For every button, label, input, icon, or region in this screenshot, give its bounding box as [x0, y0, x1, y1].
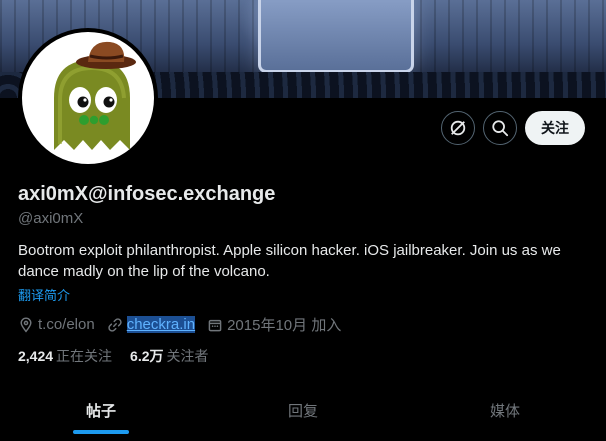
followers-link[interactable]: 6.2万 关注者	[130, 346, 208, 366]
avatar-image	[22, 32, 154, 164]
follow-counts: 2,424 正在关注 6.2万 关注者	[18, 346, 227, 366]
tab-replies-label: 回复	[287, 402, 318, 420]
banner-screen-graphic	[258, 0, 414, 73]
block-button[interactable]	[441, 111, 475, 145]
website-item: checkra.in	[107, 316, 196, 333]
calendar-icon	[208, 319, 222, 331]
tab-replies[interactable]: 回复	[202, 384, 404, 436]
ghost-avatar-icon	[54, 41, 136, 150]
tab-media-label: 媒体	[489, 402, 520, 420]
followers-label: 关注者	[166, 348, 209, 364]
follow-button[interactable]: 关注	[525, 111, 585, 145]
followers-count: 6.2万	[130, 348, 164, 364]
profile-display-name: axi0mX@infosec.exchange	[18, 183, 276, 205]
joined-text: 2015年10月 加入	[227, 317, 342, 334]
search-button[interactable]	[483, 111, 517, 145]
avatar[interactable]	[18, 28, 158, 168]
tab-posts-label: 帖子	[85, 402, 116, 420]
link-icon	[108, 317, 122, 332]
following-link[interactable]: 2,424 正在关注	[18, 346, 112, 366]
search-icon	[492, 120, 509, 137]
location-pin-icon	[20, 317, 32, 333]
translate-bio-link[interactable]: 翻译简介	[18, 285, 70, 304]
following-label: 正在关注	[56, 348, 113, 364]
tab-media[interactable]: 媒体	[404, 384, 606, 436]
profile-bio: Bootrom exploit philanthropist. Apple si…	[18, 242, 561, 280]
location-item: t.co/elon	[18, 316, 95, 333]
joined-item: 2015年10月 加入	[207, 314, 341, 335]
location-text: t.co/elon	[38, 316, 95, 333]
following-count: 2,424	[18, 348, 54, 364]
no-signal-icon	[450, 120, 466, 136]
active-tab-indicator	[73, 430, 129, 434]
profile-handle: @axi0mX	[18, 210, 84, 227]
profile-actions: 关注	[441, 111, 585, 145]
tab-posts[interactable]: 帖子	[0, 384, 202, 436]
website-link[interactable]: checkra.in	[126, 316, 196, 333]
profile-meta: t.co/elon checkra.in 2015年10月 加入	[18, 314, 353, 335]
profile-tabs: 帖子 回复 媒体	[0, 384, 606, 436]
